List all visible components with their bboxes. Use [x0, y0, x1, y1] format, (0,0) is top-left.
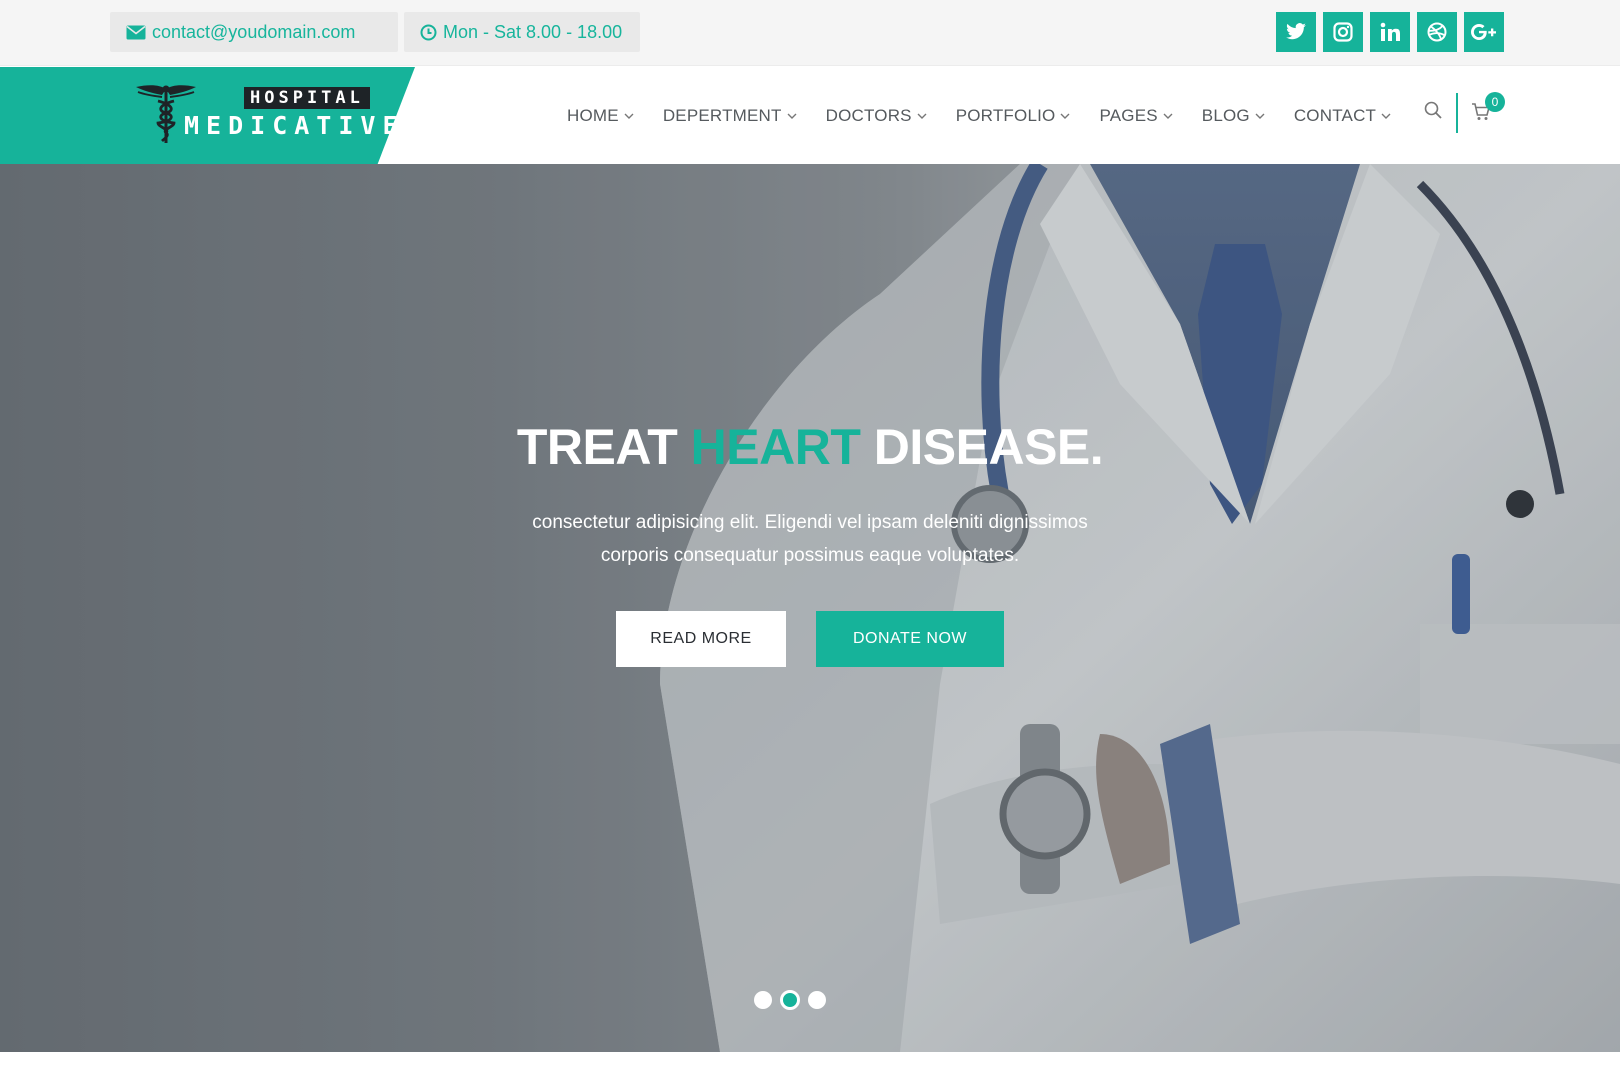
- instagram-icon[interactable]: [1323, 12, 1363, 52]
- nav-item-blog[interactable]: BLOG: [1202, 106, 1265, 126]
- opening-hours-chip: Mon - Sat 8.00 - 18.00: [404, 12, 640, 52]
- logo-tagline: HOSPITAL: [244, 87, 370, 109]
- chevron-down-icon: [1163, 113, 1173, 119]
- twitter-icon[interactable]: [1276, 12, 1316, 52]
- envelope-icon: [126, 25, 146, 39]
- nav-item-label: BLOG: [1201, 105, 1250, 125]
- top-bar: contact@youdomain.com Mon - Sat 8.00 - 1…: [0, 0, 1620, 66]
- hero-subtitle: consectetur adipisicing elit. Eligendi v…: [410, 506, 1210, 572]
- nav-item-label: DEPERTMENT: [662, 105, 782, 125]
- read-more-button[interactable]: READ MORE: [616, 611, 786, 667]
- chevron-down-icon: [917, 113, 927, 119]
- nav-item-contact[interactable]: CONTACT: [1294, 106, 1391, 126]
- contact-email-chip[interactable]: contact@youdomain.com: [110, 12, 398, 52]
- main-header: HOSPITAL MEDICATIVE HOME DEPERTMENT DOCT…: [0, 67, 1620, 164]
- chevron-down-icon: [1255, 113, 1265, 119]
- hero-title-accent: HEART: [690, 419, 861, 475]
- nav-item-department[interactable]: DEPERTMENT: [663, 106, 797, 126]
- logo-wordmark: MEDICATIVE: [184, 111, 405, 140]
- chevron-down-icon: [624, 113, 634, 119]
- slider-pagination: [754, 990, 826, 1010]
- hero-title-part: DISEASE.: [860, 419, 1104, 475]
- main-nav: HOME DEPERTMENT DOCTORS PORTFOLIO PAGES …: [567, 67, 1420, 164]
- opening-hours-text: Mon - Sat 8.00 - 18.00: [443, 21, 623, 42]
- nav-item-portfolio[interactable]: PORTFOLIO: [956, 106, 1071, 126]
- hero-slider: TREAT HEART DISEASE. consectetur adipisi…: [0, 164, 1620, 1052]
- linkedin-icon[interactable]: [1370, 12, 1410, 52]
- nav-item-label: PAGES: [1099, 105, 1158, 125]
- nav-item-label: PORTFOLIO: [955, 105, 1056, 125]
- slider-dot-2-active[interactable]: [780, 990, 800, 1010]
- search-icon[interactable]: [1424, 101, 1442, 119]
- hero-overlay: [0, 164, 1620, 1052]
- header-divider: [1456, 93, 1458, 133]
- donate-now-button[interactable]: DONATE NOW: [816, 611, 1004, 667]
- cart-count-badge: 0: [1485, 92, 1505, 112]
- hero-title-part: TREAT: [516, 419, 691, 475]
- nav-item-label: CONTACT: [1293, 105, 1377, 125]
- nav-item-doctors[interactable]: DOCTORS: [826, 106, 927, 126]
- nav-item-label: DOCTORS: [825, 105, 912, 125]
- nav-item-label: HOME: [567, 105, 619, 125]
- slider-dot-1[interactable]: [754, 991, 772, 1009]
- chevron-down-icon: [1381, 113, 1391, 119]
- google-plus-icon[interactable]: [1464, 12, 1504, 52]
- hero-title: TREAT HEART DISEASE.: [0, 418, 1620, 476]
- nav-item-home[interactable]: HOME: [567, 106, 634, 126]
- clock-icon: [420, 24, 437, 40]
- chevron-down-icon: [787, 113, 797, 119]
- contact-email-text: contact@youdomain.com: [152, 21, 356, 42]
- hero-subtitle-line: consectetur adipisicing elit. Eligendi v…: [532, 512, 1088, 533]
- chevron-down-icon: [1060, 113, 1070, 119]
- nav-item-pages[interactable]: PAGES: [1099, 105, 1173, 126]
- slider-dot-3[interactable]: [808, 991, 826, 1009]
- dribbble-icon[interactable]: [1417, 12, 1457, 52]
- social-links: [1276, 12, 1504, 52]
- hero-subtitle-line: corporis consequatur possimus eaque volu…: [600, 545, 1020, 566]
